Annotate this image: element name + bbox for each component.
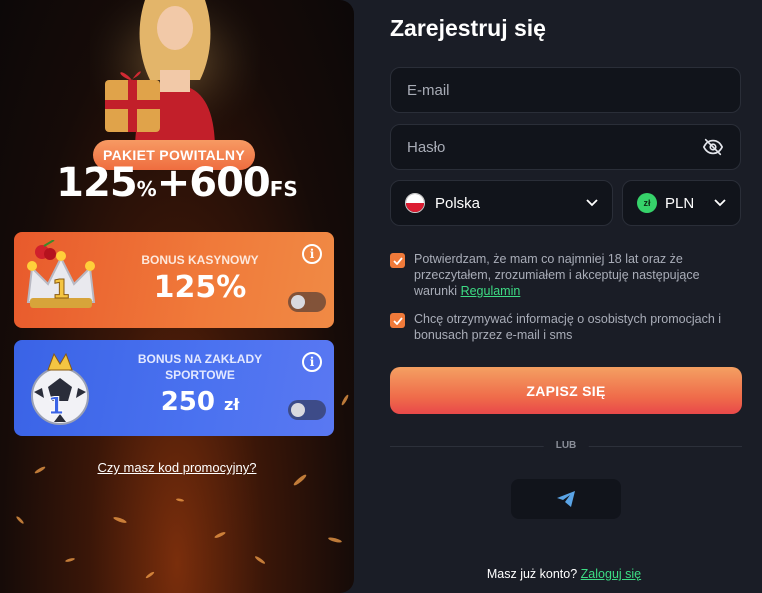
currency-select[interactable]: zł PLN — [622, 180, 741, 226]
age-consent-label: Potwierdzam, że mam co najmniej 18 lat o… — [414, 251, 741, 299]
register-button[interactable]: ZAPISZ SIĘ — [390, 367, 742, 414]
registration-modal: PAKIET POWITALNY 125%+600FS 1 BONUS KASY… — [0, 0, 762, 593]
check-icon — [392, 256, 403, 265]
promo-code-link[interactable]: Czy masz kod promocyjny? — [0, 460, 354, 475]
marketing-consent-label: Chcę otrzymywać informację o osobistych … — [414, 312, 722, 342]
welcome-promo-panel: PAKIET POWITALNY 125%+600FS 1 BONUS KASY… — [0, 0, 354, 593]
telegram-login-button[interactable] — [511, 479, 621, 519]
currency-value: PLN — [665, 194, 695, 212]
currency-icon: zł — [637, 193, 657, 213]
sport-bonus-title: BONUS NA ZAKŁADY SPORTOWE — [137, 352, 263, 382]
hostess-with-gift-illustration — [90, 0, 260, 150]
or-divider: LUB — [390, 440, 742, 454]
offer-percent: 125 — [56, 160, 137, 206]
sport-bonus-toggle[interactable] — [288, 400, 326, 420]
welcome-offer-headline: 125%+600FS — [0, 160, 354, 206]
svg-text:1: 1 — [48, 392, 65, 420]
marketing-consent-checkbox[interactable] — [390, 313, 405, 328]
email-input[interactable] — [407, 81, 724, 99]
password-input[interactable] — [407, 138, 702, 156]
sport-football-illustration: 1 — [31, 352, 89, 425]
form-title: Zarejestruj się — [390, 15, 546, 41]
poland-flag-icon — [405, 193, 425, 213]
offer-free-spins: +600 — [156, 160, 271, 206]
terms-link[interactable]: Regulamin — [461, 284, 521, 298]
offer-fs-label: FS — [269, 177, 298, 201]
age-consent-text: Potwierdzam, że mam co najmniej 18 lat o… — [414, 252, 700, 298]
eye-off-icon[interactable] — [702, 136, 724, 158]
sport-bonus-card[interactable]: 1 BONUS NA ZAKŁADY SPORTOWE 250 zł i — [14, 340, 334, 436]
offer-percent-sign: % — [136, 177, 157, 201]
casino-bonus-toggle[interactable] — [288, 292, 326, 312]
login-prompt-text: Masz już konto? — [486, 567, 578, 581]
check-icon — [392, 316, 403, 325]
email-field[interactable] — [390, 67, 741, 113]
telegram-icon — [557, 491, 575, 507]
casino-bonus-value: 125% — [153, 270, 247, 305]
password-field[interactable] — [390, 124, 741, 170]
marketing-consent-row: Chcę otrzymywać informację o osobistych … — [390, 311, 741, 343]
age-consent-checkbox[interactable] — [390, 253, 405, 268]
info-icon[interactable]: i — [302, 352, 322, 372]
login-link[interactable]: Zaloguj się — [581, 567, 641, 581]
casino-bonus-card[interactable]: 1 BONUS KASYNOWY 125% i — [14, 232, 334, 328]
registration-form: Zarejestruj się Polska zł PLN — [366, 0, 762, 593]
info-icon[interactable]: i — [302, 244, 322, 264]
casino-bonus-title: BONUS KASYNOWY — [141, 253, 259, 267]
svg-text:1: 1 — [52, 275, 70, 305]
sport-bonus-value: 250 zł — [110, 387, 290, 417]
chevron-down-icon — [714, 199, 726, 207]
login-prompt: Masz już konto? Zaloguj się — [366, 567, 762, 581]
casino-crown-illustration: 1 — [26, 240, 96, 308]
chevron-down-icon — [586, 199, 598, 207]
age-consent-row: Potwierdzam, że mam co najmniej 18 lat o… — [390, 251, 741, 299]
country-value: Polska — [435, 194, 481, 212]
sport-bonus-currency: zł — [224, 395, 240, 414]
sport-bonus-amount: 250 — [160, 387, 215, 417]
or-divider-label: LUB — [543, 440, 589, 451]
country-select[interactable]: Polska — [390, 180, 613, 226]
